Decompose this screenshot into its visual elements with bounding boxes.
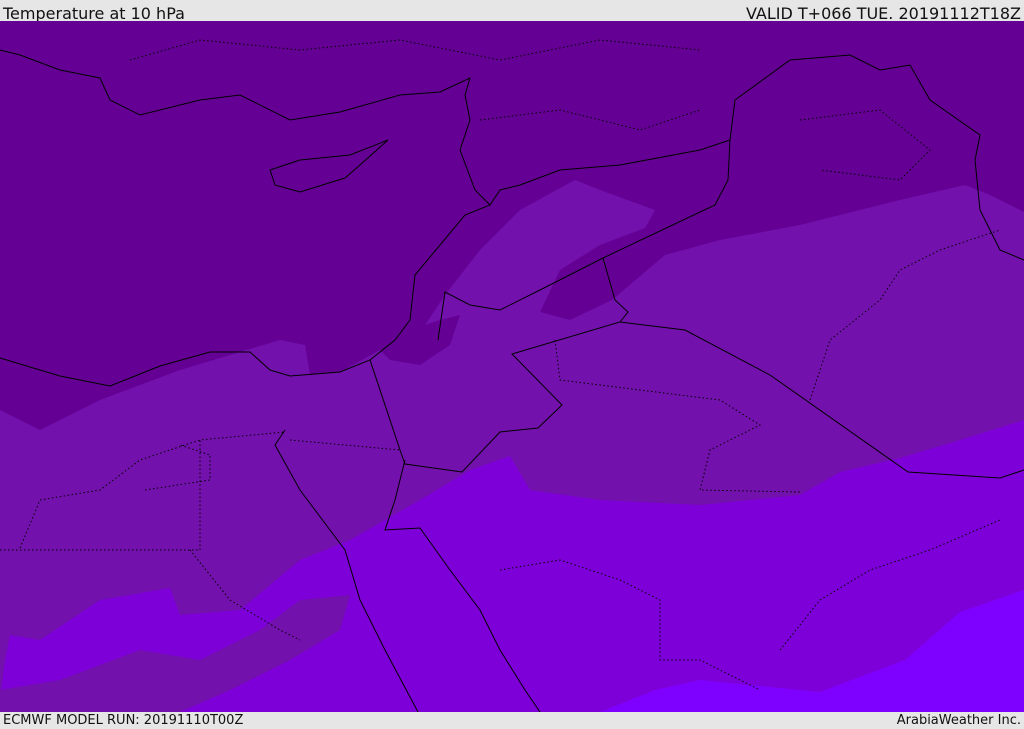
header-bar: Temperature at 10 hPa VALID T+066 TUE. 2…: [0, 0, 1024, 23]
footer-bar: ECMWF MODEL RUN: 20191110T00Z ArabiaWeat…: [0, 712, 1024, 729]
model-run: ECMWF MODEL RUN: 20191110T00Z: [3, 713, 244, 728]
credit: ArabiaWeather Inc.: [896, 713, 1021, 728]
temperature-map: [0, 21, 1024, 712]
